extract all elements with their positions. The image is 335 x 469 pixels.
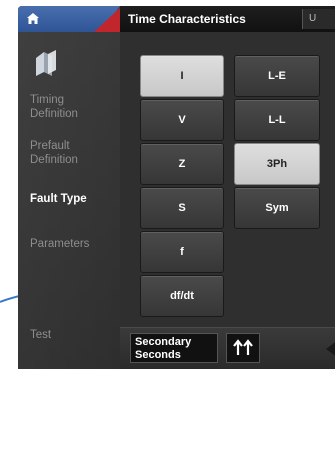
device-screen: Timing Definition Prefault Definition Fa… xyxy=(18,6,335,369)
reflection-fade xyxy=(18,369,335,469)
header-extra-tab[interactable]: U xyxy=(302,9,335,29)
header-extra-label: U xyxy=(309,13,317,24)
fault-quantity-button-i[interactable]: I xyxy=(140,55,224,97)
fault-quantity-button-z[interactable]: Z xyxy=(140,143,224,185)
home-icon xyxy=(27,13,39,24)
fault-type-button-le[interactable]: L-E xyxy=(234,55,320,97)
fault-quantity-button-dfdt[interactable]: df/dt xyxy=(140,275,224,317)
swap-arrows-button[interactable] xyxy=(226,333,260,363)
screen-reflection: Test Secondary Seconds xyxy=(18,369,335,469)
button-label: 3Ph xyxy=(266,158,288,170)
app-logo-icon xyxy=(36,50,56,76)
bottom-toolbar: Secondary Seconds xyxy=(120,327,335,369)
button-label: Z xyxy=(178,158,186,170)
fault-quantity-button-v[interactable]: V xyxy=(140,99,224,141)
fault-type-button-3ph[interactable]: 3Ph xyxy=(234,143,320,185)
sidebar-item-timing-definition[interactable]: Timing Definition xyxy=(30,93,78,121)
button-label: V xyxy=(178,114,186,126)
sidebar-item-prefault-definition[interactable]: Prefault Definition xyxy=(30,139,78,167)
sidebar-item-fault-type[interactable]: Fault Type xyxy=(30,192,87,206)
sidebar: Timing Definition Prefault Definition Fa… xyxy=(18,6,122,369)
button-label: df/dt xyxy=(170,290,194,302)
button-label: S xyxy=(178,202,186,214)
collapse-arrow-icon[interactable] xyxy=(326,340,335,358)
fault-type-button-sym[interactable]: Sym xyxy=(234,187,320,229)
button-label: L-E xyxy=(268,70,286,82)
fault-quantity-button-f[interactable]: f xyxy=(140,231,224,273)
button-label: L-L xyxy=(268,114,286,126)
sidebar-item-parameters[interactable]: Parameters xyxy=(30,237,89,251)
page-title: Time Characteristics xyxy=(128,12,246,26)
fault-type-button-ll[interactable]: L-L xyxy=(234,99,320,141)
fault-quantity-button-s[interactable]: S xyxy=(140,187,224,229)
fault-type-panel: I V Z S f df/dt L-E L-L 3Ph Sym xyxy=(120,32,335,369)
header-bar: Time Characteristics U xyxy=(120,6,335,32)
sidebar-item-test[interactable]: Test xyxy=(30,328,51,342)
secondary-seconds-toggle[interactable]: Secondary Seconds xyxy=(130,333,218,363)
button-label: I xyxy=(180,70,184,82)
button-label: f xyxy=(180,246,184,258)
swap-arrows-icon xyxy=(233,339,253,355)
button-label: Sym xyxy=(265,202,289,214)
